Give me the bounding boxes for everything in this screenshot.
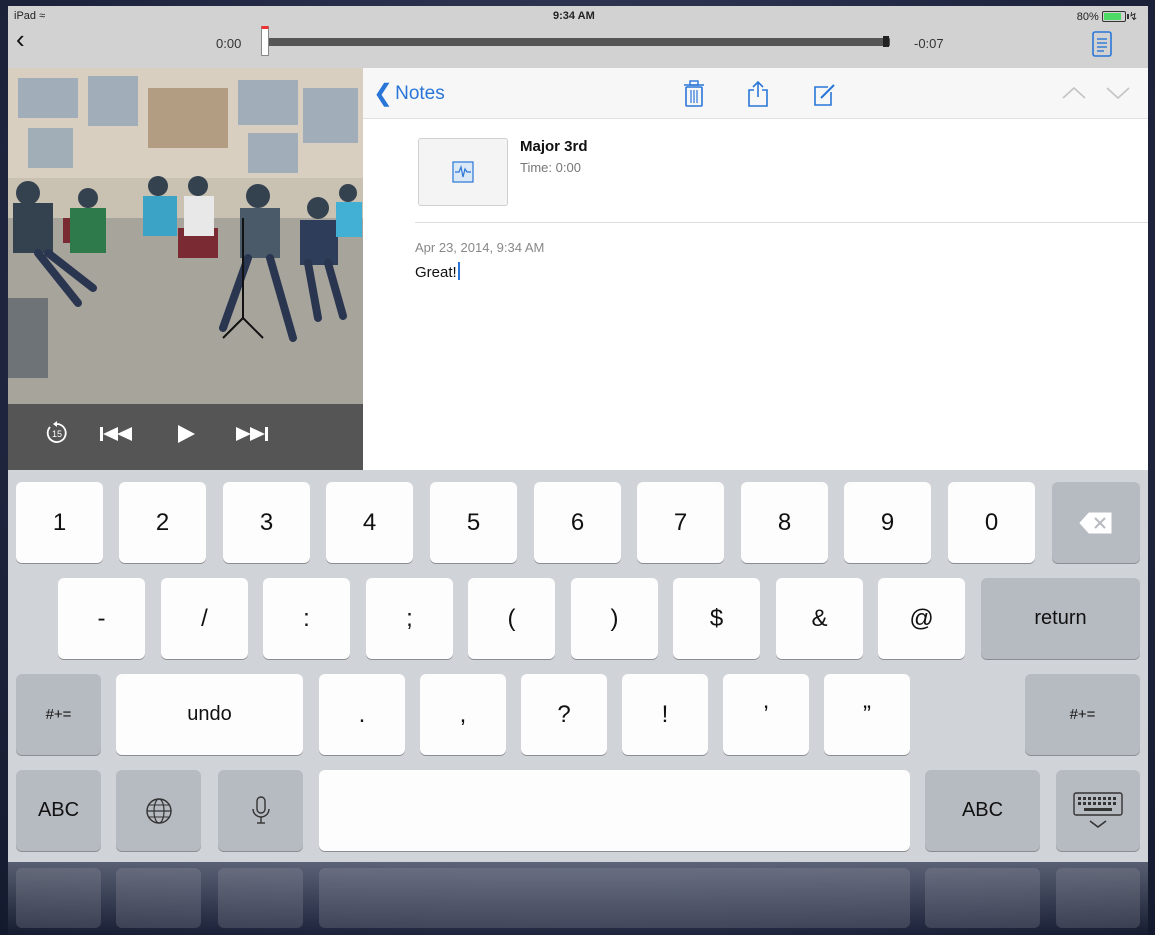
time-remaining: -0:07 [914,36,944,51]
audio-clip-thumbnail[interactable] [418,138,508,206]
keyboard-dismiss-icon [1073,791,1123,828]
audio-waveform-icon [452,161,474,183]
key-2[interactable]: 2 [119,482,206,563]
text-cursor [457,262,460,280]
key-apostrophe[interactable]: ’ [723,674,809,755]
play-icon[interactable] [174,422,198,446]
document-icon[interactable] [1091,31,1113,57]
key-6[interactable]: 6 [534,482,621,563]
notes-back-button[interactable]: ❮ Notes [373,82,445,106]
trash-icon[interactable] [681,80,707,108]
chevron-up-icon[interactable] [1061,86,1087,100]
ipad-screen: iPad ≈ 9:34 AM 80% ↯ ‹ 0:00 -0:07 15 ❮ N… [8,6,1148,862]
undo-key[interactable]: undo [116,674,303,755]
key-7[interactable]: 7 [637,482,724,563]
key-slash[interactable]: / [161,578,248,659]
top-bar: iPad ≈ 9:34 AM 80% ↯ ‹ 0:00 -0:07 [8,6,1148,68]
symbols-key-left[interactable]: #+= [16,674,101,755]
wifi-icon: ≈ [39,10,46,22]
video-frame [8,68,363,404]
delete-key[interactable] [1052,482,1140,563]
key-8[interactable]: 8 [741,482,828,563]
screen-reflection [8,862,1148,935]
chevron-down-icon[interactable] [1105,86,1131,100]
status-battery: 80% ↯ [1076,10,1138,24]
key-9[interactable]: 9 [844,482,931,563]
scrubber-track[interactable] [266,38,890,46]
key-hyphen[interactable]: - [58,578,145,659]
previous-track-icon[interactable] [98,424,138,444]
share-icon[interactable] [745,80,771,108]
key-open-paren[interactable]: ( [468,578,555,659]
abc-key-left[interactable]: ABC [16,770,101,851]
battery-percent: 80% [1076,10,1099,23]
chevron-left-icon: ❮ [373,80,394,107]
key-comma[interactable]: , [420,674,506,755]
key-period[interactable]: . [319,674,405,755]
note-date: Apr 23, 2014, 9:34 AM [415,240,545,255]
notes-toolbar: ❮ Notes [363,68,1148,119]
status-device: iPad ≈ [14,10,45,22]
dismiss-keyboard-key[interactable] [1056,770,1140,851]
transport-controls: 15 [8,404,363,470]
key-at[interactable]: @ [878,578,965,659]
key-4[interactable]: 4 [326,482,413,563]
key-semicolon[interactable]: ; [366,578,453,659]
key-1[interactable]: 1 [16,482,103,563]
note-text-editor[interactable]: Great! [415,262,460,281]
back-button[interactable]: ‹ [16,26,25,52]
battery-icon [1101,11,1129,22]
key-quote[interactable]: ” [824,674,910,755]
scrubber-end-marker [883,36,889,47]
key-ampersand[interactable]: & [776,578,863,659]
onscreen-keyboard: 1 2 3 4 5 6 7 8 9 0 - / : ; ( ) $ & @ re… [8,470,1148,862]
charging-icon: ↯ [1128,11,1138,23]
skip-back-seconds: 15 [52,429,62,439]
key-3[interactable]: 3 [223,482,310,563]
dictation-key[interactable] [218,770,303,851]
globe-key[interactable] [116,770,201,851]
symbols-key-right[interactable]: #+= [1025,674,1140,755]
status-time: 9:34 AM [553,10,595,22]
notes-pane: ❮ Notes Major 3rd Time: 0:00 Apr 23, 201… [363,68,1148,470]
scrubber-thumb[interactable] [261,26,269,56]
key-exclamation[interactable]: ! [622,674,708,755]
abc-key-right[interactable]: ABC [925,770,1040,851]
clip-time: Time: 0:00 [520,160,581,175]
video-player[interactable] [8,68,363,404]
clip-title: Major 3rd [520,138,588,155]
divider [415,222,1148,223]
note-text: Great! [415,264,457,281]
device-name: iPad [14,10,37,22]
next-track-icon[interactable] [232,424,272,444]
key-colon[interactable]: : [263,578,350,659]
backspace-icon [1079,512,1112,533]
key-dollar[interactable]: $ [673,578,760,659]
space-bar[interactable] [319,770,910,851]
key-0[interactable]: 0 [948,482,1035,563]
compose-icon[interactable] [811,80,837,108]
time-elapsed: 0:00 [216,36,242,51]
return-key[interactable]: return [981,578,1140,659]
skip-back-15-icon[interactable]: 15 [44,420,70,446]
key-5[interactable]: 5 [430,482,517,563]
key-question[interactable]: ? [521,674,607,755]
key-close-paren[interactable]: ) [571,578,658,659]
globe-icon [145,797,172,824]
microphone-icon [251,795,270,824]
notes-back-label: Notes [395,83,445,104]
